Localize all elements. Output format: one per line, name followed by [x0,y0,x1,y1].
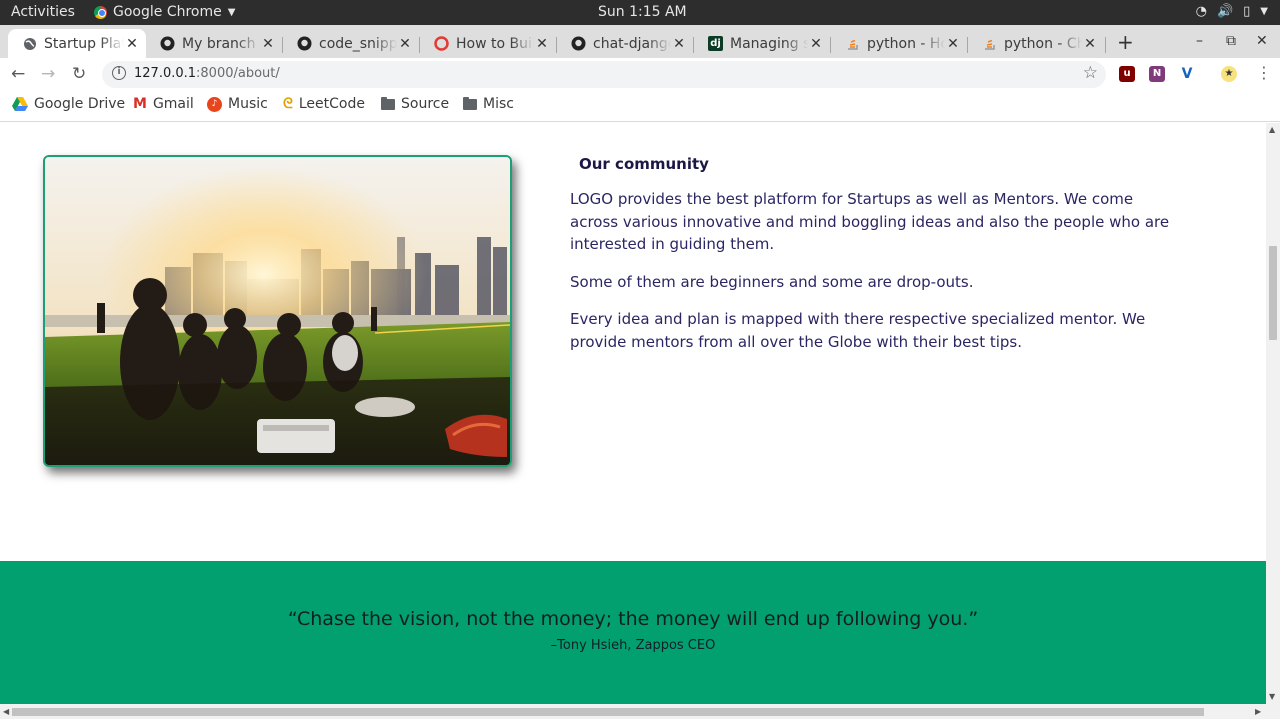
close-icon[interactable]: ✕ [671,36,687,52]
folder-icon [463,96,477,110]
close-window-button[interactable]: ✕ [1256,33,1268,49]
quote-banner: “Chase the vision, not the money; the mo… [0,561,1266,704]
chrome-icon [94,5,107,19]
stackoverflow-icon [982,36,997,51]
scroll-left-icon[interactable]: ◀ [3,707,9,716]
horizontal-scroll-thumb[interactable] [12,708,1204,716]
about-paragraph: LOGO provides the best platform for Star… [570,190,1170,253]
minimize-button[interactable]: – [1196,33,1203,49]
vertical-scrollbar[interactable]: ▲ ▼ [1266,123,1280,704]
browser-toolbar: ← → ↻ i 127.0.0.1:8000/about/ ☆ u N V ★ … [0,58,1280,90]
community-photo [43,155,512,467]
scroll-up-icon[interactable]: ▲ [1269,125,1275,134]
bookmark-source[interactable]: Source [381,96,449,112]
close-icon[interactable]: ✕ [124,36,140,52]
system-top-bar: Activities Google Chrome ▼ Sun 1:15 AM ◔… [0,0,1280,25]
scroll-right-icon[interactable]: ▶ [1255,707,1261,716]
tray-caret-icon: ▼ [1260,6,1268,17]
scroll-down-icon[interactable]: ▼ [1269,692,1275,701]
vertical-scroll-thumb[interactable] [1269,246,1277,340]
tab-strip: Startup Platform ✕ My branch by ✕ code_s… [0,25,1280,58]
bookmark-google-drive[interactable]: Google Drive [12,96,125,112]
tab-python-how[interactable]: python - How ✕ [831,29,967,58]
vimium-icon[interactable]: V [1179,66,1195,82]
close-icon[interactable]: ✕ [397,36,413,52]
quote-author: –Tony Hsieh, Zappos CEO [550,638,716,653]
back-icon[interactable]: ← [11,64,25,84]
github-icon [160,36,175,51]
caret-down-icon: ▼ [227,6,236,18]
info-icon[interactable]: i [112,66,126,80]
page-content: Our community LOGO provides the best pla… [0,123,1266,704]
google-drive-icon [12,97,28,111]
tab-code-snippets[interactable]: code_snippets ✕ [283,29,419,58]
stackoverflow-icon [845,36,860,51]
app-menu[interactable]: Google Chrome ▼ [94,4,235,20]
github-icon [297,36,312,51]
menu-kebab-icon[interactable]: ⋮ [1256,63,1272,82]
bookmark-leetcode[interactable]: ᘓ LeetCode [283,96,365,112]
django-icon: dj [708,36,723,51]
app-name: Google Chrome [113,4,222,20]
activities-button[interactable]: Activities [11,4,75,20]
close-icon[interactable]: ✕ [534,36,550,52]
ublock-origin-icon[interactable]: u [1119,66,1135,82]
bookmark-star-icon[interactable]: ☆ [1083,63,1098,83]
close-icon[interactable]: ✕ [945,36,961,52]
new-tab-button[interactable]: + [1117,30,1134,54]
forward-icon[interactable]: → [41,64,55,84]
bookmark-gmail[interactable]: M Gmail [133,96,194,112]
tab-startup-platform[interactable]: Startup Platform ✕ [8,29,146,58]
url-text[interactable]: 127.0.0.1:8000/about/ [134,66,280,81]
section-heading: Our community [579,155,709,173]
clock[interactable]: Sun 1:15 AM [598,4,687,20]
profile-avatar[interactable]: ★ [1221,66,1237,82]
close-icon[interactable]: ✕ [808,36,824,52]
leetcode-icon: ᘓ [283,96,293,112]
tab-python-change[interactable]: python - Change ✕ [968,29,1104,58]
close-icon[interactable]: ✕ [260,36,276,52]
bookmark-misc[interactable]: Misc [463,96,514,112]
about-paragraph: Some of them are beginners and some are … [570,272,974,291]
volume-icon: 🔊 [1216,4,1234,19]
github-icon [571,36,586,51]
about-section: Our community LOGO provides the best pla… [570,155,1180,368]
tab-how-to-build[interactable]: How to Build ✕ [420,29,556,58]
close-icon[interactable]: ✕ [1082,36,1098,52]
tab-chat-django[interactable]: chat-django ✕ [557,29,693,58]
globe-icon [22,36,37,51]
address-bar[interactable]: i 127.0.0.1:8000/about/ ☆ [102,61,1106,88]
reload-icon[interactable]: ↻ [72,64,86,84]
tab-my-branch[interactable]: My branch by ✕ [146,29,282,58]
folder-icon [381,96,395,110]
quote-text: “Chase the vision, not the money; the mo… [287,608,979,630]
bookmark-music[interactable]: ♪ Music [207,96,268,112]
bookmarks-bar: Google Drive M Gmail ♪ Music ᘓ LeetCode … [0,90,1280,122]
horizontal-scrollbar[interactable]: ◀ ▶ [0,704,1280,719]
music-icon: ♪ [207,96,222,112]
battery-icon: ▯ [1243,4,1251,19]
gmail-icon: M [133,96,147,112]
restore-button[interactable]: ⧉ [1226,33,1236,49]
onenote-icon[interactable]: N [1149,66,1165,82]
tab-managing-static[interactable]: dj Managing static ✕ [694,29,830,58]
wifi-icon: ◔ [1195,4,1207,19]
lifebuoy-icon [434,36,449,51]
system-tray[interactable]: ◔ 🔊 ▯ ▼ [1196,4,1268,19]
about-paragraph: Every idea and plan is mapped with there… [570,310,1146,351]
